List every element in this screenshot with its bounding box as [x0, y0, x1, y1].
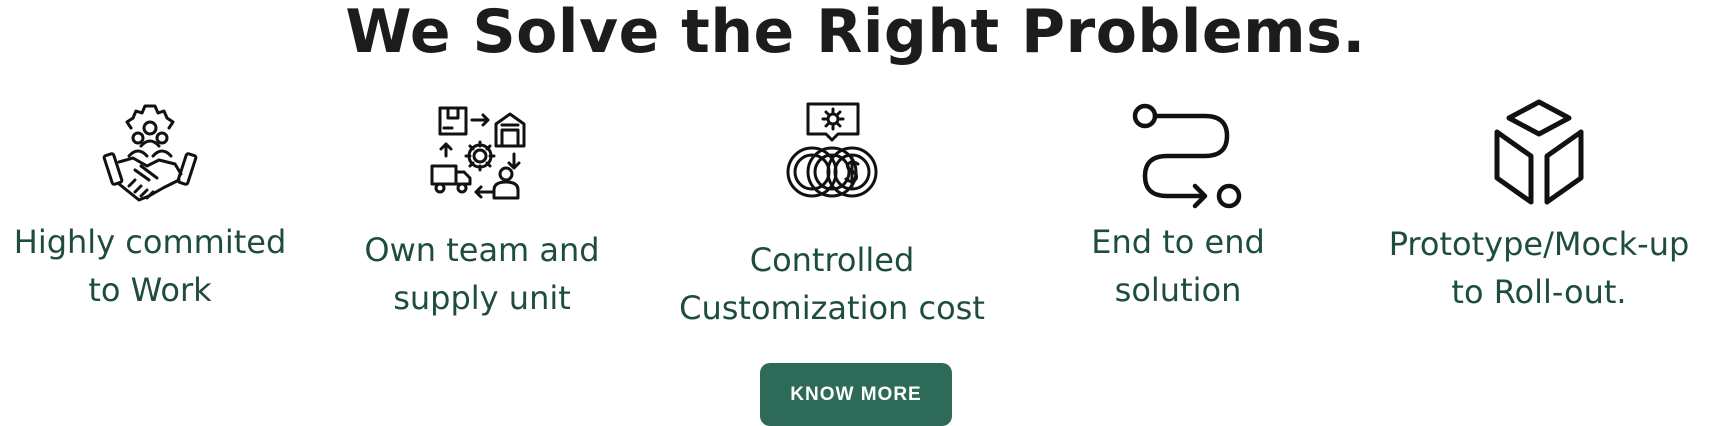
- feature-label-line: Prototype/Mock-up: [1388, 225, 1690, 263]
- feature-label-line: to Roll-out.: [1451, 273, 1627, 311]
- feature-label-line: Own team and: [364, 231, 600, 269]
- cube-prototype-icon: [1494, 99, 1584, 205]
- teamwork-handshake-icon: [102, 104, 198, 202]
- feature-label-line: to Work: [88, 271, 212, 309]
- feature-label-line: End to end: [1091, 223, 1265, 261]
- feature-label-line: Highly commited: [13, 223, 287, 261]
- feature-item-solution: End to end solution: [1013, 98, 1343, 318]
- coins-cost-icon: [786, 102, 878, 198]
- feature-label-line: supply unit: [393, 279, 571, 317]
- feature-label-commitment: Highly commited to Work: [0, 218, 315, 314]
- feature-item-commitment: Highly commited to Work: [0, 98, 315, 318]
- supply-chain-icon: [430, 106, 526, 200]
- feature-label-line: Customization cost: [679, 289, 985, 327]
- route-path-icon: [1132, 103, 1242, 209]
- feature-label-line: solution: [1114, 271, 1242, 309]
- know-more-button[interactable]: KNOW MORE: [760, 363, 952, 426]
- feature-label-solution: End to end solution: [1013, 218, 1343, 314]
- feature-label-line: Controlled: [749, 241, 915, 279]
- feature-label-prototype: Prototype/Mock-up to Roll-out.: [1374, 220, 1704, 316]
- feature-label-supply: Own team and supply unit: [317, 226, 647, 322]
- feature-label-cost: Controlled Customization cost: [667, 236, 997, 332]
- feature-item-prototype: Prototype/Mock-up to Roll-out.: [1374, 98, 1704, 318]
- section-title: We Solve the Right Problems.: [345, 0, 1366, 67]
- feature-item-supply: Own team and supply unit: [317, 98, 647, 318]
- feature-item-cost: Controlled Customization cost: [667, 98, 997, 327]
